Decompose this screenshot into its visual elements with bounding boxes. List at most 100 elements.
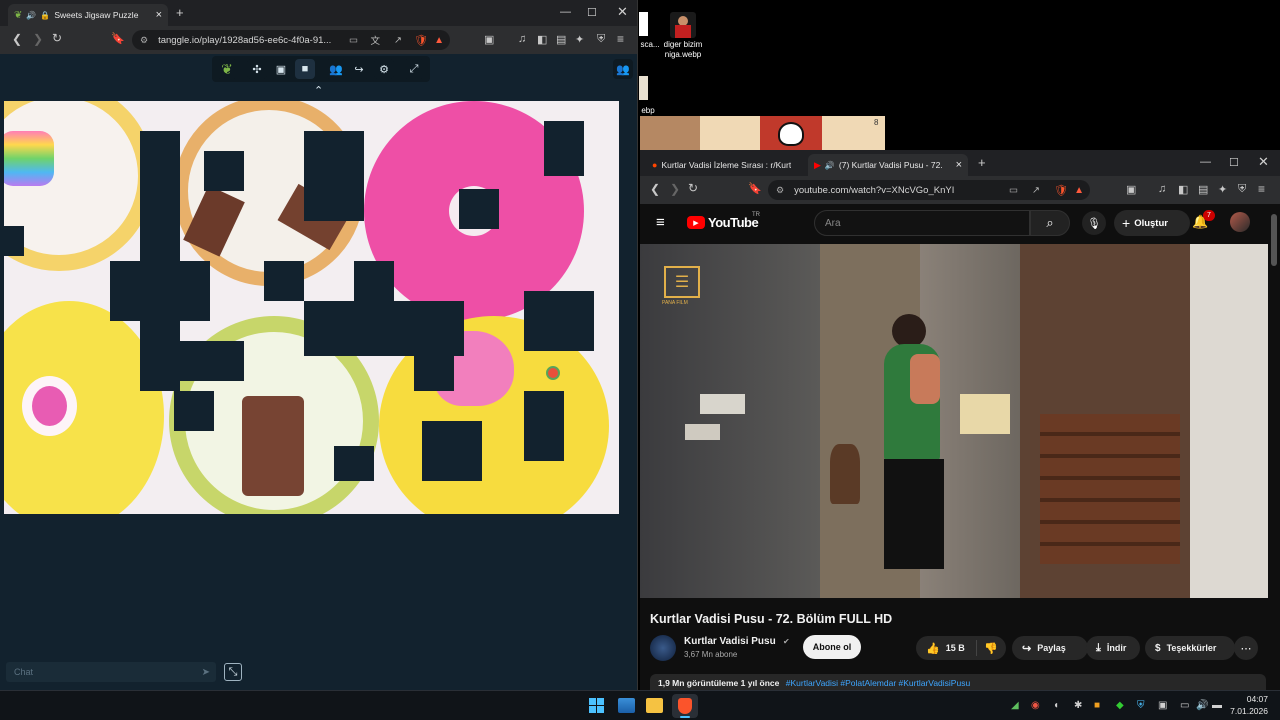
network-icon[interactable]: ▭ [1180, 700, 1189, 711]
vpn-icon[interactable]: ⛨ [597, 33, 605, 46]
tray-app-icon-5[interactable]: ▣ [1158, 700, 1167, 711]
bookmark-icon[interactable]: 🔖 [111, 32, 125, 45]
tab-sweets-jigsaw[interactable]: ❦ 🔊 🔒 Sweets Jigsaw Puzzle × [8, 4, 168, 26]
video-player[interactable]: ☰ PANA FILM [640, 244, 1268, 598]
youtube-logo-text[interactable]: YouTube [708, 215, 759, 230]
desktop-widget-icon[interactable] [618, 698, 635, 713]
battery-icon[interactable]: ▬ [1212, 700, 1222, 711]
bookmark-icon[interactable]: 🔖 [748, 182, 762, 195]
tanggle-logo-icon[interactable]: ❦ [217, 59, 237, 79]
collapse-chevron-icon[interactable]: ⌃ [314, 84, 323, 97]
share-button[interactable]: ↪ Paylaş [1012, 636, 1088, 660]
leo-ai-icon[interactable]: ✦ [575, 33, 584, 46]
channel-avatar[interactable] [650, 635, 676, 661]
chat-input[interactable]: Chat ➤ [6, 662, 216, 682]
scrollbar-thumb[interactable] [1271, 214, 1277, 266]
desktop-icon-label-3[interactable]: ebp [638, 106, 658, 116]
desktop-image-thumbnail[interactable] [670, 12, 696, 38]
dislike-icon[interactable]: 👎 [984, 642, 998, 655]
address-bar[interactable]: ⚙ youtube.com/watch?v=XNcVGo_KnYI ▭ ↗ 🛡 … [768, 180, 1090, 200]
clock-time[interactable]: 04:07 [1240, 694, 1268, 704]
description-box[interactable]: 1,9 Mn görüntüleme 1 yıl önce #KurtlarVa… [650, 674, 1266, 690]
send-icon[interactable]: ➤ [202, 667, 210, 678]
players-icon[interactable]: 👥 [326, 59, 346, 79]
new-tab-button[interactable]: + [176, 5, 184, 20]
brave-shields-icon[interactable]: 🛡 [414, 34, 428, 47]
back-arrow-icon[interactable]: ❮ [650, 182, 660, 196]
hashtags[interactable]: #KurtlarVadisi #PolatAlemdar #KurtlarVad… [786, 678, 970, 688]
share-icon[interactable]: ↗ [1032, 185, 1040, 196]
media-icon[interactable]: ♫ [1158, 183, 1166, 195]
back-arrow-icon[interactable]: ❮ [12, 32, 22, 46]
create-button[interactable]: + Oluştur [1114, 210, 1190, 236]
desktop-file-icon-2[interactable] [639, 76, 648, 100]
sidebar-toggle-icon[interactable]: ▣ [484, 33, 494, 46]
brave-shields-icon[interactable]: 🛡 [1054, 184, 1068, 197]
maximize-button[interactable]: ☐ [1229, 156, 1239, 169]
reading-list-icon[interactable]: ◧ [537, 33, 547, 46]
brave-rewards-icon[interactable]: ▲ [434, 35, 444, 46]
search-icon[interactable]: ⌕ [1030, 210, 1070, 236]
more-actions-icon[interactable]: ⋯ [1234, 636, 1258, 660]
windows-start-icon[interactable] [589, 698, 604, 713]
file-explorer-icon[interactable] [646, 698, 663, 713]
close-tab-icon[interactable]: × [956, 159, 962, 171]
maximize-button[interactable]: ☐ [587, 6, 597, 19]
background-color-icon[interactable]: ■ [295, 59, 315, 79]
download-button[interactable]: ⤓ İndir [1086, 636, 1140, 660]
forward-arrow-icon[interactable]: ❯ [670, 182, 680, 196]
menu-icon[interactable]: ≡ [617, 32, 624, 46]
reload-icon[interactable]: ↻ [688, 181, 698, 195]
settings-gear-icon[interactable]: ⚙ [374, 59, 394, 79]
forward-arrow-icon[interactable]: ❯ [33, 32, 43, 46]
vpn-icon[interactable]: ⛨ [1238, 183, 1246, 196]
tray-defender-icon[interactable]: ⛨ [1137, 700, 1145, 711]
site-settings-icon[interactable]: ⚙ [140, 35, 148, 46]
desktop-icon-label-line1[interactable]: diger bizim [658, 40, 708, 50]
puzzle-piece-icon[interactable]: ✣ [247, 59, 267, 79]
youtube-logo-icon[interactable]: ▶ [687, 216, 705, 229]
tab-reddit[interactable]: ● Kurtlar Vadisi İzleme Sırası : r/Kurtl… [646, 154, 806, 176]
fullscreen-icon[interactable]: ⤢ [404, 59, 424, 79]
image-preview-icon[interactable]: ▣ [271, 59, 291, 79]
media-icon[interactable]: ♫ [518, 33, 526, 45]
new-tab-button[interactable]: + [978, 155, 986, 170]
clock-date[interactable]: 7.01.2026 [1226, 706, 1268, 716]
desktop-file-icon[interactable] [639, 12, 648, 36]
like-count[interactable]: 15 B [946, 643, 965, 653]
cast-icon[interactable]: ▭ [1009, 185, 1018, 196]
minimize-button[interactable]: — [1200, 156, 1211, 168]
close-window-button[interactable]: ✕ [617, 4, 628, 20]
menu-icon[interactable]: ≡ [1258, 182, 1265, 196]
audio-playing-icon[interactable]: 🔊 [825, 161, 835, 170]
tray-app-icon-3[interactable]: ■ [1094, 700, 1100, 711]
close-tab-icon[interactable]: × [156, 9, 162, 21]
like-icon[interactable]: 👍 [926, 642, 940, 655]
close-window-button[interactable]: ✕ [1258, 154, 1269, 170]
reading-list-icon[interactable]: ◧ [1178, 183, 1188, 196]
tray-app-icon-1[interactable]: ◉ [1031, 700, 1040, 711]
brave-rewards-icon[interactable]: ▲ [1074, 185, 1084, 196]
share-icon[interactable]: ↗ [394, 35, 402, 46]
address-bar[interactable]: ⚙ tanggle.io/play/1928ad56-ee6c-4f0a-91.… [132, 30, 450, 50]
avatar[interactable] [1230, 212, 1250, 232]
tray-app-icon-2[interactable]: ◖ [1053, 700, 1059, 711]
subscribe-button[interactable]: Abone ol [803, 635, 861, 659]
volume-icon[interactable]: 🔊 [1196, 700, 1208, 711]
channel-name[interactable]: Kurtlar Vadisi Pusu [684, 636, 776, 647]
thanks-button[interactable]: $ Teşekkürler [1145, 636, 1235, 660]
minimize-button[interactable]: — [560, 6, 571, 18]
hamburger-menu-icon[interactable]: ≡ [656, 214, 665, 231]
share-icon[interactable]: ↪ [349, 59, 369, 79]
wallet-icon[interactable]: ▤ [556, 33, 566, 46]
desktop-icon-label-line2[interactable]: niga.webp [658, 50, 708, 60]
tray-bluetooth-icon[interactable]: ✱ [1074, 700, 1082, 711]
tab-youtube[interactable]: ▶ 🔊 (7) Kurtlar Vadisi Pusu - 72. Bö × [808, 154, 968, 176]
site-settings-icon[interactable]: ⚙ [776, 185, 784, 196]
puzzle-board[interactable] [4, 101, 619, 514]
wallet-icon[interactable]: ▤ [1198, 183, 1208, 196]
audio-playing-icon[interactable]: 🔊 [26, 11, 36, 20]
tray-app-icon-4[interactable]: ◆ [1116, 700, 1124, 711]
sidebar-toggle-icon[interactable]: ▣ [1126, 183, 1136, 196]
shrink-icon[interactable]: ⤡ [224, 663, 242, 681]
